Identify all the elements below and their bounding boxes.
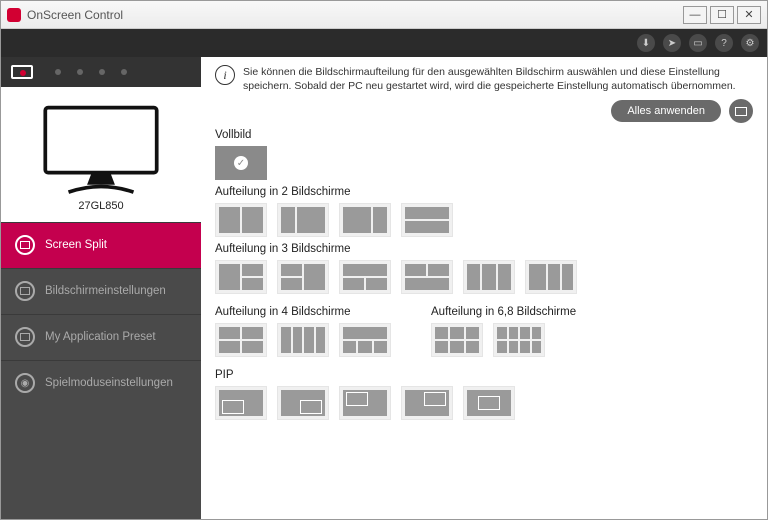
section-split4-title: Aufteilung in 4 Bildschirme [215,306,391,318]
sidebar: 27GL850 Screen Split Bildschirmeinstellu… [1,57,201,519]
layout-pip-tr[interactable] [401,386,453,420]
info-icon: i [215,65,235,85]
app-preset-icon [15,327,35,347]
nav-game-mode[interactable]: ◉ Spielmoduseinstellungen [1,360,201,406]
display-settings-icon [15,281,35,301]
nav-label: Screen Split [45,239,107,251]
nav-label: My Application Preset [45,331,156,343]
info-banner: i Sie können die Bildschirmaufteilung fü… [215,65,753,93]
app-window: OnScreen Control — ☐ ✕ ⬇ ➤ ▭ ? ⚙ [0,0,768,520]
settings-gear-icon[interactable]: ⚙ [741,34,759,52]
info-text: Sie können die Bildschirmaufteilung für … [243,65,753,93]
monitor-preview: 27GL850 [1,87,201,222]
monitor-icon [36,103,166,196]
layout-pip-bl[interactable] [215,386,267,420]
nav-screen-split[interactable]: Screen Split [1,222,201,268]
nav-display-settings[interactable]: Bildschirmeinstellungen [1,268,201,314]
layout-3-a[interactable] [215,260,267,294]
minimize-button[interactable]: — [683,6,707,24]
layout-2-vertical[interactable] [215,203,267,237]
cursor-icon[interactable]: ➤ [663,34,681,52]
layout-3-e[interactable] [463,260,515,294]
layout-fullscreen[interactable]: ✓ [215,146,267,180]
sidebar-nav: Screen Split Bildschirmeinstellungen My … [1,222,201,406]
window-icon[interactable]: ▭ [689,34,707,52]
layout-pip-center[interactable] [463,386,515,420]
monitor-tab-dot[interactable] [55,69,61,75]
section-pip-title: PIP [215,369,753,381]
layout-2-left-small[interactable] [277,203,329,237]
layout-4-grid[interactable] [215,323,267,357]
main-content: i Sie können die Bildschirmaufteilung fü… [201,57,767,519]
monitor-tabs [1,57,201,87]
maximize-button[interactable]: ☐ [710,6,734,24]
nav-app-preset[interactable]: My Application Preset [1,314,201,360]
window-title: OnScreen Control [27,8,680,22]
section-split2-title: Aufteilung in 2 Bildschirme [215,186,753,198]
layout-2-horizontal[interactable] [401,203,453,237]
app-logo-icon [7,8,21,22]
nav-label: Spielmoduseinstellungen [45,377,173,389]
monitor-tab-dot[interactable] [99,69,105,75]
monitor-tab-dot[interactable] [77,69,83,75]
layout-4-cols[interactable] [277,323,329,357]
layout-4-mixed[interactable] [339,323,391,357]
monitor-model-label: 27GL850 [78,200,123,212]
titlebar: OnScreen Control — ☐ ✕ [1,1,767,29]
layout-2-right-small[interactable] [339,203,391,237]
apply-all-button[interactable]: Alles anwenden [611,100,721,122]
layout-8[interactable] [493,323,545,357]
layout-3-c[interactable] [339,260,391,294]
close-button[interactable]: ✕ [737,6,761,24]
layout-3-d[interactable] [401,260,453,294]
layout-6[interactable] [431,323,483,357]
nav-label: Bildschirmeinstellungen [45,285,166,297]
monitor-tab-dot[interactable] [121,69,127,75]
screen-split-icon [15,235,35,255]
game-mode-icon: ◉ [15,373,35,393]
section-fullscreen-title: Vollbild [215,129,753,141]
layout-3-b[interactable] [277,260,329,294]
apply-layout-icon-button[interactable] [729,99,753,123]
layout-pip-tl[interactable] [339,386,391,420]
monitor-tab-active-icon[interactable] [11,65,33,79]
layout-pip-br[interactable] [277,386,329,420]
layout-3-f[interactable] [525,260,577,294]
section-split3-title: Aufteilung in 3 Bildschirme [215,243,753,255]
top-toolbar: ⬇ ➤ ▭ ? ⚙ [1,29,767,57]
download-icon[interactable]: ⬇ [637,34,655,52]
help-icon[interactable]: ? [715,34,733,52]
section-split68-title: Aufteilung in 6,8 Bildschirme [431,306,576,318]
